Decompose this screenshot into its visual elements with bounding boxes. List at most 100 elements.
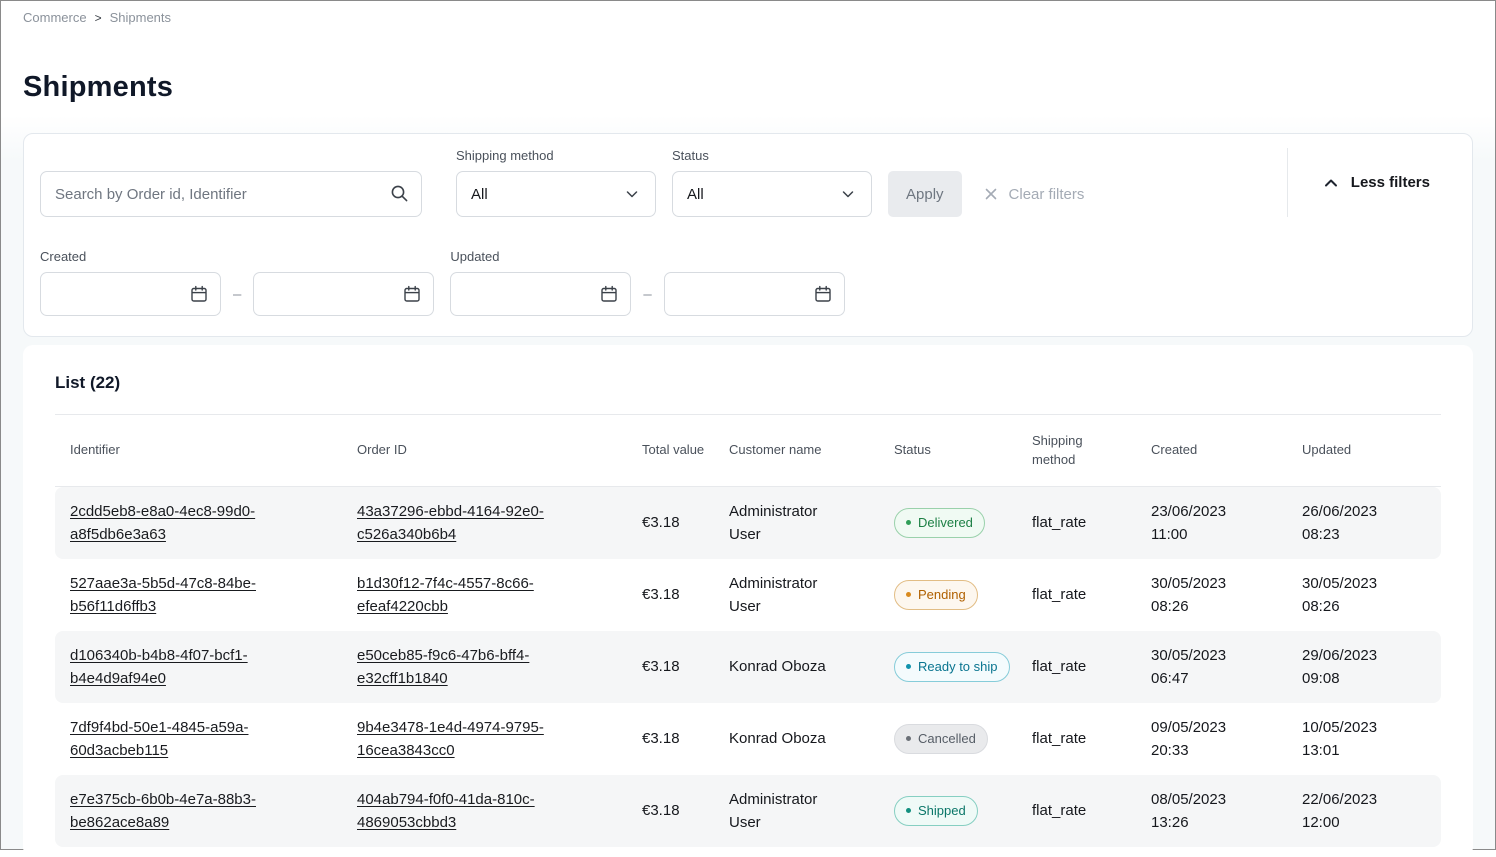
calendar-icon bbox=[813, 284, 833, 304]
status-badge-label: Cancelled bbox=[918, 729, 976, 749]
shipping-method-cell: flat_rate bbox=[1032, 655, 1151, 678]
order-id-cell: 9b4e3478-1e4d-4974-9795-16cea3843cc0 bbox=[357, 716, 642, 763]
clear-filters-label: Clear filters bbox=[1009, 186, 1085, 203]
status-badge-label: Delivered bbox=[918, 513, 973, 533]
order-id-link[interactable]: 404ab794-f0f0-41da-810c-4869053cbbd3 bbox=[357, 788, 597, 835]
created-cell: 30/05/2023 06:47 bbox=[1151, 644, 1302, 691]
updated-label: Updated bbox=[450, 249, 844, 264]
status-badge-label: Ready to ship bbox=[918, 657, 998, 677]
order-id-link[interactable]: 43a37296-ebbd-4164-92e0-c526a340b6b4 bbox=[357, 500, 597, 547]
status-badge: Delivered bbox=[894, 508, 985, 538]
updated-cell: 10/05/2023 13:01 bbox=[1302, 716, 1441, 763]
identifier-link[interactable]: 2cdd5eb8-e8a0-4ec8-99d0-a8f5db6e3a63 bbox=[70, 500, 310, 547]
identifier-link[interactable]: 527aae3a-5b5d-47c8-84be-b56f11d6ffb3 bbox=[70, 572, 310, 619]
created-cell: 08/05/2023 13:26 bbox=[1151, 788, 1302, 835]
search-field bbox=[40, 171, 422, 217]
status-dot-icon bbox=[906, 736, 911, 741]
order-id-cell: b1d30f12-7f4c-4557-8c66-efeaf4220cbb bbox=[357, 572, 642, 619]
breadcrumb-item-shipments[interactable]: Shipments bbox=[110, 10, 171, 25]
shipping-method-select[interactable]: All bbox=[456, 171, 656, 217]
breadcrumb-separator: > bbox=[95, 11, 102, 25]
order-id-link[interactable]: 9b4e3478-1e4d-4974-9795-16cea3843cc0 bbox=[357, 716, 597, 763]
customer-name-cell: Administrator User bbox=[729, 500, 894, 547]
order-id-cell: 43a37296-ebbd-4164-92e0-c526a340b6b4 bbox=[357, 500, 642, 547]
calendar-icon bbox=[402, 284, 422, 304]
status-dot-icon bbox=[906, 592, 911, 597]
column-header-customer-name: Customer name bbox=[729, 441, 894, 459]
close-icon bbox=[982, 185, 1000, 203]
column-header-created: Created bbox=[1151, 441, 1302, 459]
page-title: Shipments bbox=[23, 71, 1473, 104]
shipments-list-panel: List (22) Identifier Order ID Total valu… bbox=[23, 345, 1473, 857]
table-rows: 2cdd5eb8-e8a0-4ec8-99d0-a8f5db6e3a63 43a… bbox=[55, 487, 1441, 847]
customer-name-cell: Konrad Oboza bbox=[729, 727, 894, 750]
search-input[interactable] bbox=[40, 171, 422, 217]
search-icon bbox=[390, 184, 409, 203]
status-dot-icon bbox=[906, 808, 911, 813]
column-header-identifier: Identifier bbox=[55, 441, 357, 459]
shipping-method-cell: flat_rate bbox=[1032, 727, 1151, 750]
status-select[interactable]: All bbox=[672, 171, 872, 217]
identifier-cell: e7e375cb-6b0b-4e7a-88b3-be862ace8a89 bbox=[55, 788, 357, 835]
clear-filters-button[interactable]: Clear filters bbox=[978, 171, 1089, 217]
total-value-cell: €3.18 bbox=[642, 799, 729, 822]
identifier-cell: d106340b-b4b8-4f07-bcf1-b4e4d9af94e0 bbox=[55, 644, 357, 691]
order-id-link[interactable]: e50ceb85-f9c6-47b6-bff4-e32cff1b1840 bbox=[357, 644, 597, 691]
created-range-dash: – bbox=[233, 286, 241, 303]
status-value: All bbox=[687, 186, 704, 203]
order-id-cell: e50ceb85-f9c6-47b6-bff4-e32cff1b1840 bbox=[357, 644, 642, 691]
total-value-cell: €3.18 bbox=[642, 583, 729, 606]
list-heading: List (22) bbox=[55, 373, 1441, 393]
status-badge: Ready to ship bbox=[894, 652, 1010, 682]
created-cell: 09/05/2023 20:33 bbox=[1151, 716, 1302, 763]
customer-name-cell: Konrad Oboza bbox=[729, 655, 894, 678]
status-badge-label: Pending bbox=[918, 585, 966, 605]
shipping-method-cell: flat_rate bbox=[1032, 583, 1151, 606]
status-cell: Delivered bbox=[894, 508, 1032, 538]
identifier-cell: 527aae3a-5b5d-47c8-84be-b56f11d6ffb3 bbox=[55, 572, 357, 619]
table-row: 7df9f4bd-50e1-4845-a59a-60d3acbeb115 9b4… bbox=[55, 703, 1441, 775]
updated-date-filter: Updated – bbox=[450, 249, 844, 316]
less-filters-toggle[interactable]: Less filters bbox=[1287, 148, 1456, 217]
calendar-icon bbox=[189, 284, 209, 304]
chevron-down-icon bbox=[839, 185, 857, 203]
filters-row-dates: Created – bbox=[40, 249, 1456, 316]
column-header-shipping-method: Shipping method bbox=[1032, 432, 1151, 468]
identifier-link[interactable]: e7e375cb-6b0b-4e7a-88b3-be862ace8a89 bbox=[70, 788, 310, 835]
total-value-cell: €3.18 bbox=[642, 727, 729, 750]
page-content: Shipping method All Status All Apply bbox=[1, 133, 1495, 857]
status-cell: Pending bbox=[894, 580, 1032, 610]
table-row: d106340b-b4b8-4f07-bcf1-b4e4d9af94e0 e50… bbox=[55, 631, 1441, 703]
status-cell: Shipped bbox=[894, 796, 1032, 826]
updated-cell: 29/06/2023 09:08 bbox=[1302, 644, 1441, 691]
chevron-down-icon bbox=[623, 185, 641, 203]
table-row: e7e375cb-6b0b-4e7a-88b3-be862ace8a89 404… bbox=[55, 775, 1441, 847]
status-badge: Cancelled bbox=[894, 724, 988, 754]
status-cell: Cancelled bbox=[894, 724, 1032, 754]
updated-cell: 26/06/2023 08:23 bbox=[1302, 500, 1441, 547]
less-filters-label: Less filters bbox=[1351, 174, 1430, 191]
column-header-total-value: Total value bbox=[642, 441, 729, 459]
identifier-link[interactable]: 7df9f4bd-50e1-4845-a59a-60d3acbeb115 bbox=[70, 716, 310, 763]
apply-button[interactable]: Apply bbox=[888, 171, 962, 217]
status-badge-label: Shipped bbox=[918, 801, 966, 821]
shipping-method-filter: Shipping method All bbox=[456, 148, 656, 217]
status-dot-icon bbox=[906, 520, 911, 525]
status-label: Status bbox=[672, 148, 872, 163]
breadcrumb-item-commerce[interactable]: Commerce bbox=[23, 10, 87, 25]
status-badge: Shipped bbox=[894, 796, 978, 826]
updated-cell: 22/06/2023 12:00 bbox=[1302, 788, 1441, 835]
table-row: 527aae3a-5b5d-47c8-84be-b56f11d6ffb3 b1d… bbox=[55, 559, 1441, 631]
table-row: 2cdd5eb8-e8a0-4ec8-99d0-a8f5db6e3a63 43a… bbox=[55, 487, 1441, 559]
status-cell: Ready to ship bbox=[894, 652, 1032, 682]
updated-range-dash: – bbox=[643, 286, 651, 303]
order-id-link[interactable]: b1d30f12-7f4c-4557-8c66-efeaf4220cbb bbox=[357, 572, 597, 619]
column-header-status: Status bbox=[894, 441, 1032, 459]
identifier-link[interactable]: d106340b-b4b8-4f07-bcf1-b4e4d9af94e0 bbox=[70, 644, 310, 691]
table-header: Identifier Order ID Total value Customer… bbox=[55, 414, 1441, 487]
status-badge: Pending bbox=[894, 580, 978, 610]
status-filter: Status All bbox=[672, 148, 872, 217]
column-header-order-id: Order ID bbox=[357, 441, 642, 459]
shipping-method-label: Shipping method bbox=[456, 148, 656, 163]
calendar-icon bbox=[599, 284, 619, 304]
